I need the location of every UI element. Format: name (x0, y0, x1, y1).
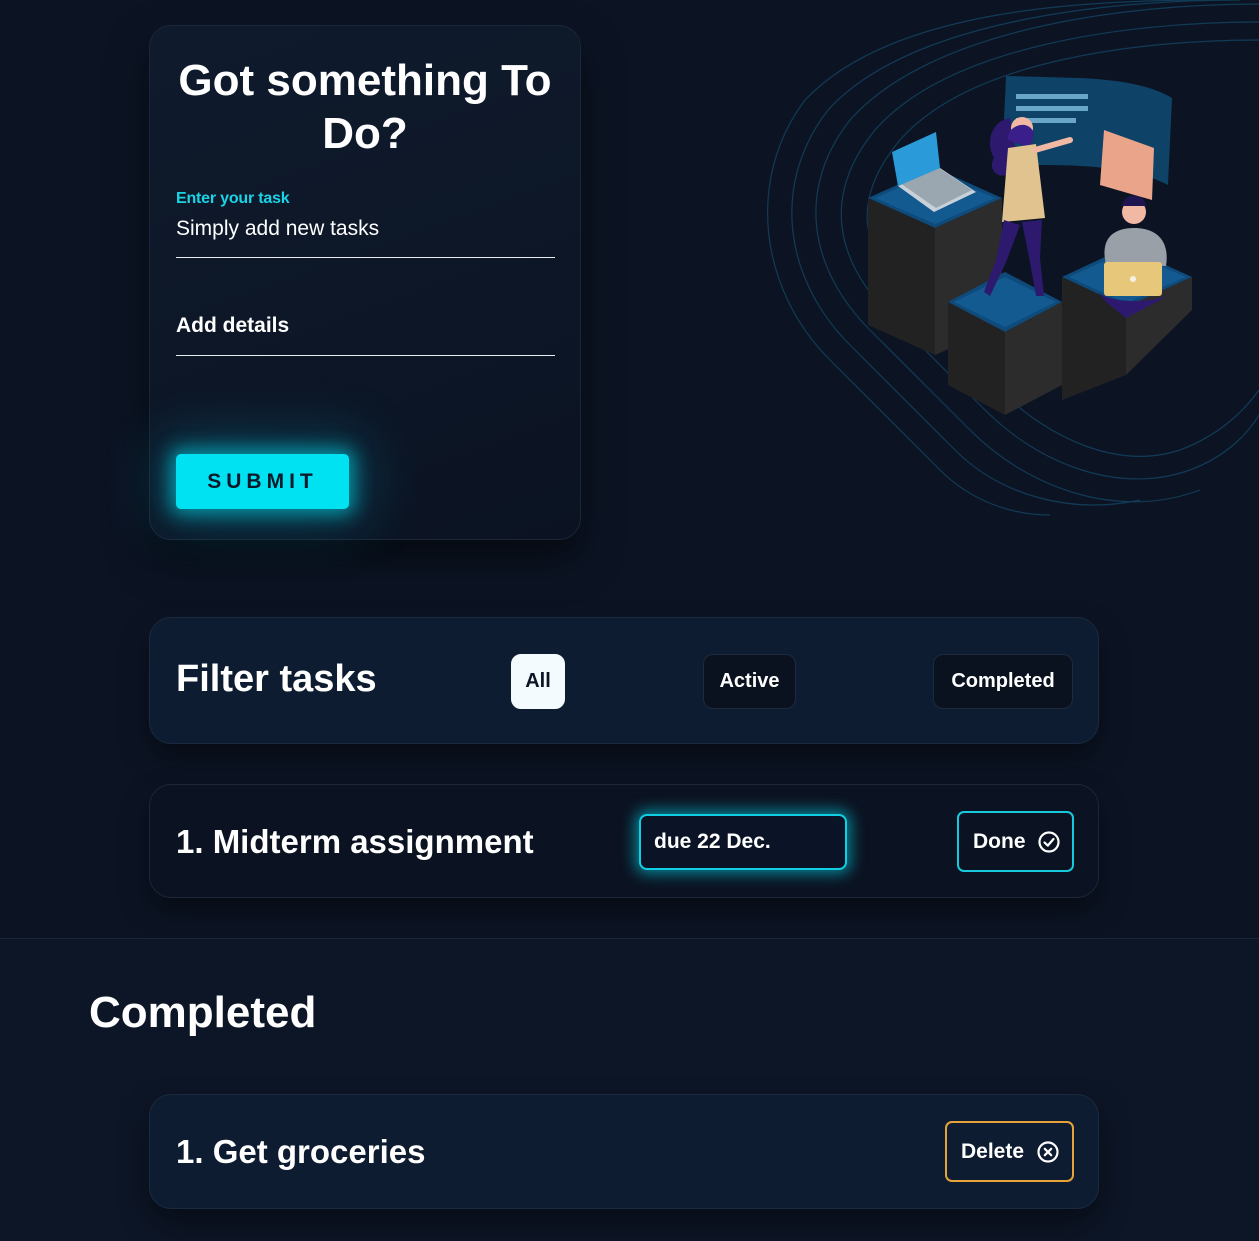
team-illustration (767, 0, 1259, 516)
details-input-placeholder[interactable]: Add details (176, 314, 289, 338)
done-button-label: Done (973, 830, 1026, 853)
filter-title: Filter tasks (176, 658, 377, 700)
task-title: 1. Midterm assignment (176, 823, 534, 860)
completed-heading: Completed (89, 988, 317, 1037)
completed-task-row: 1. Get groceries Delete (149, 1094, 1099, 1209)
delete-button[interactable]: Delete (945, 1121, 1074, 1182)
submit-button[interactable]: SUBMIT (176, 454, 349, 509)
completed-task-title: 1. Get groceries (176, 1133, 426, 1170)
task-input-value[interactable]: Simply add new tasks (176, 217, 379, 241)
filter-card: Filter tasks All Active Completed (149, 617, 1099, 744)
filter-all-button[interactable]: All (511, 654, 565, 709)
x-circle-icon (1037, 1141, 1059, 1163)
page: Got something To Do? Enter your task Sim… (0, 0, 1259, 1241)
filter-completed-button[interactable]: Completed (933, 654, 1073, 709)
check-circle-icon (1038, 831, 1060, 853)
done-button[interactable]: Done (957, 811, 1074, 872)
add-task-card: Got something To Do? Enter your task Sim… (149, 25, 581, 540)
block-middle (948, 272, 1062, 415)
form-title: Got something To Do? (178, 56, 552, 158)
task-row: 1. Midterm assignment due 22 Dec. Done (149, 784, 1099, 898)
delete-button-label: Delete (961, 1140, 1025, 1163)
task-input[interactable]: Enter your task Simply add new tasks (176, 188, 555, 258)
task-input-label: Enter your task (176, 190, 290, 207)
filter-active-button[interactable]: Active (703, 654, 796, 709)
due-date-badge: due 22 Dec. (639, 814, 847, 870)
details-input[interactable]: Add details (176, 288, 555, 356)
